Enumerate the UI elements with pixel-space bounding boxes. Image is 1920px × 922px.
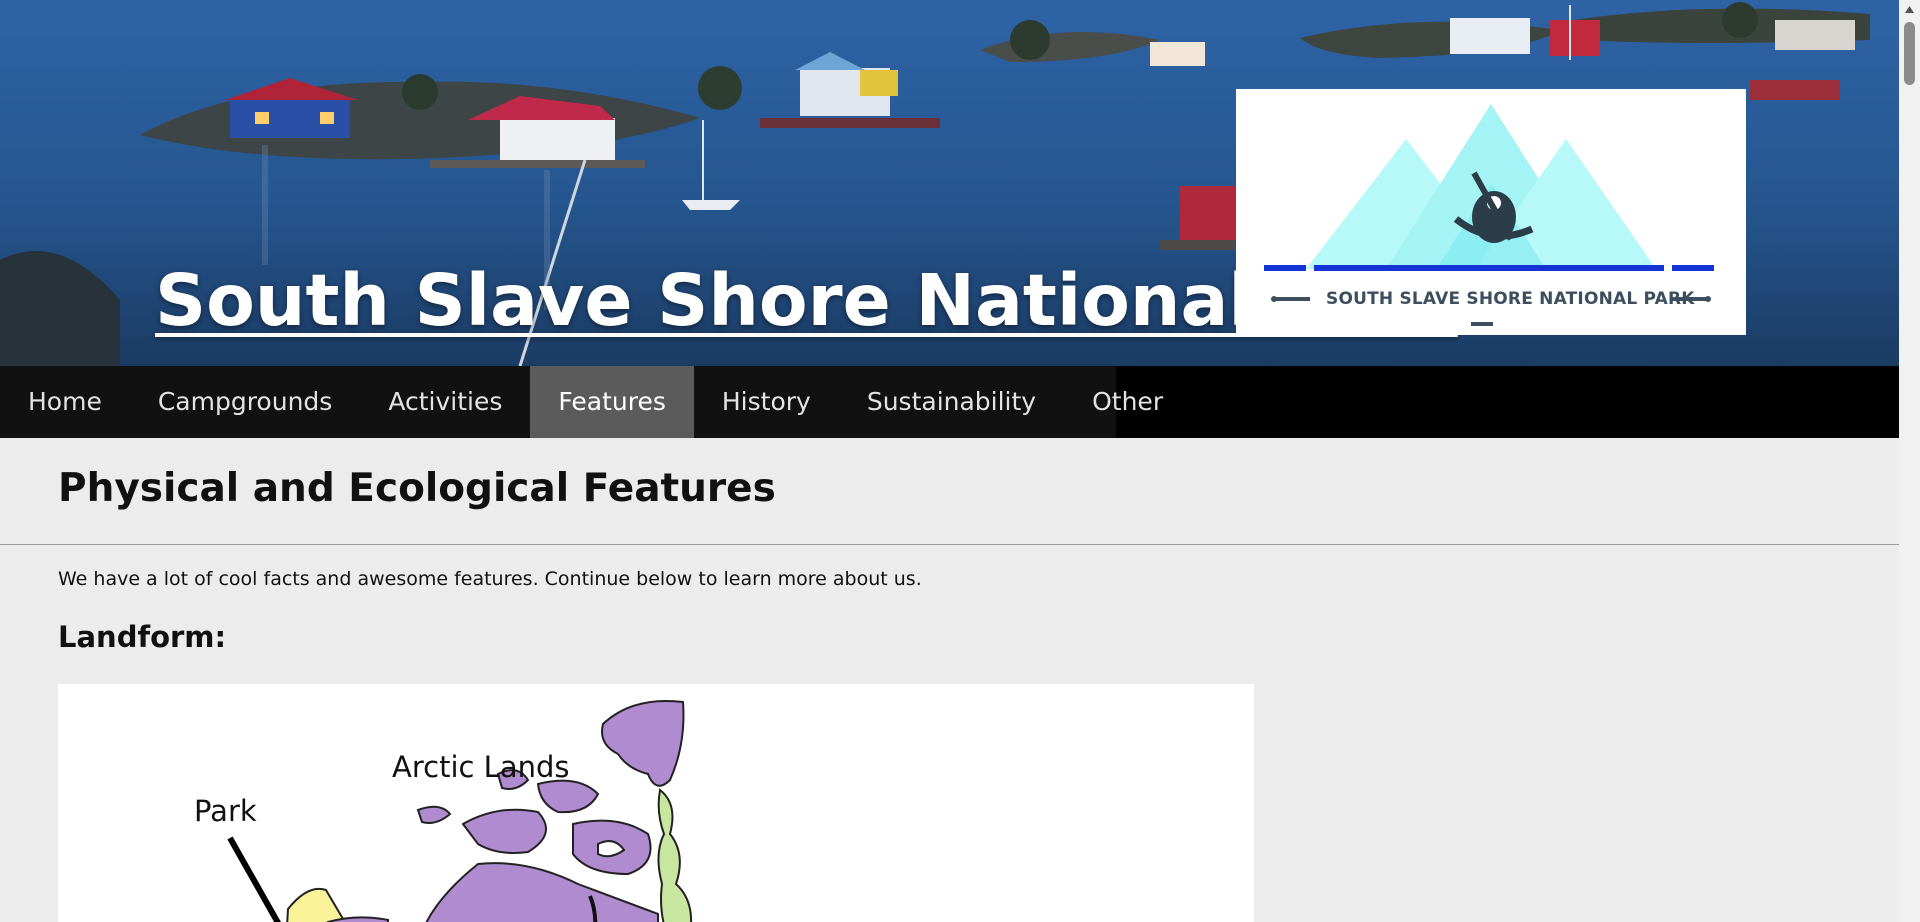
nav-item-features[interactable]: Features [530, 366, 694, 438]
header-banner: South Slave Shore National Park SOUTH SL… [0, 0, 1899, 366]
landform-map-image: Arctic Lands Park [58, 684, 1254, 922]
nav-list: Home Campgrounds Activities Features His… [0, 366, 1163, 438]
scrollbar-thumb[interactable] [1904, 22, 1915, 85]
landform-heading: Landform: [58, 620, 227, 654]
map-label-arctic-lands: Arctic Lands [392, 750, 570, 784]
nav-item-activities[interactable]: Activities [360, 366, 530, 438]
nav-item-campgrounds[interactable]: Campgrounds [130, 366, 360, 438]
nav-item-sustainability[interactable]: Sustainability [839, 366, 1064, 438]
section-divider [0, 544, 1899, 545]
main-navigation: Home Campgrounds Activities Features His… [0, 366, 1899, 438]
map-label-park: Park [194, 794, 257, 828]
page: South Slave Shore National Park SOUTH SL… [0, 0, 1899, 922]
nav-item-other[interactable]: Other [1064, 366, 1191, 438]
scroll-up-arrow-icon[interactable] [1899, 0, 1920, 21]
intro-text: We have a lot of cool facts and awesome … [58, 568, 922, 590]
nav-item-home[interactable]: Home [0, 366, 130, 438]
nav-item-history[interactable]: History [694, 366, 839, 438]
logo-caption: SOUTH SLAVE SHORE NATIONAL PARK [1326, 289, 1695, 309]
page-scrollbar[interactable] [1899, 0, 1920, 922]
page-title: Physical and Ecological Features [58, 466, 776, 511]
